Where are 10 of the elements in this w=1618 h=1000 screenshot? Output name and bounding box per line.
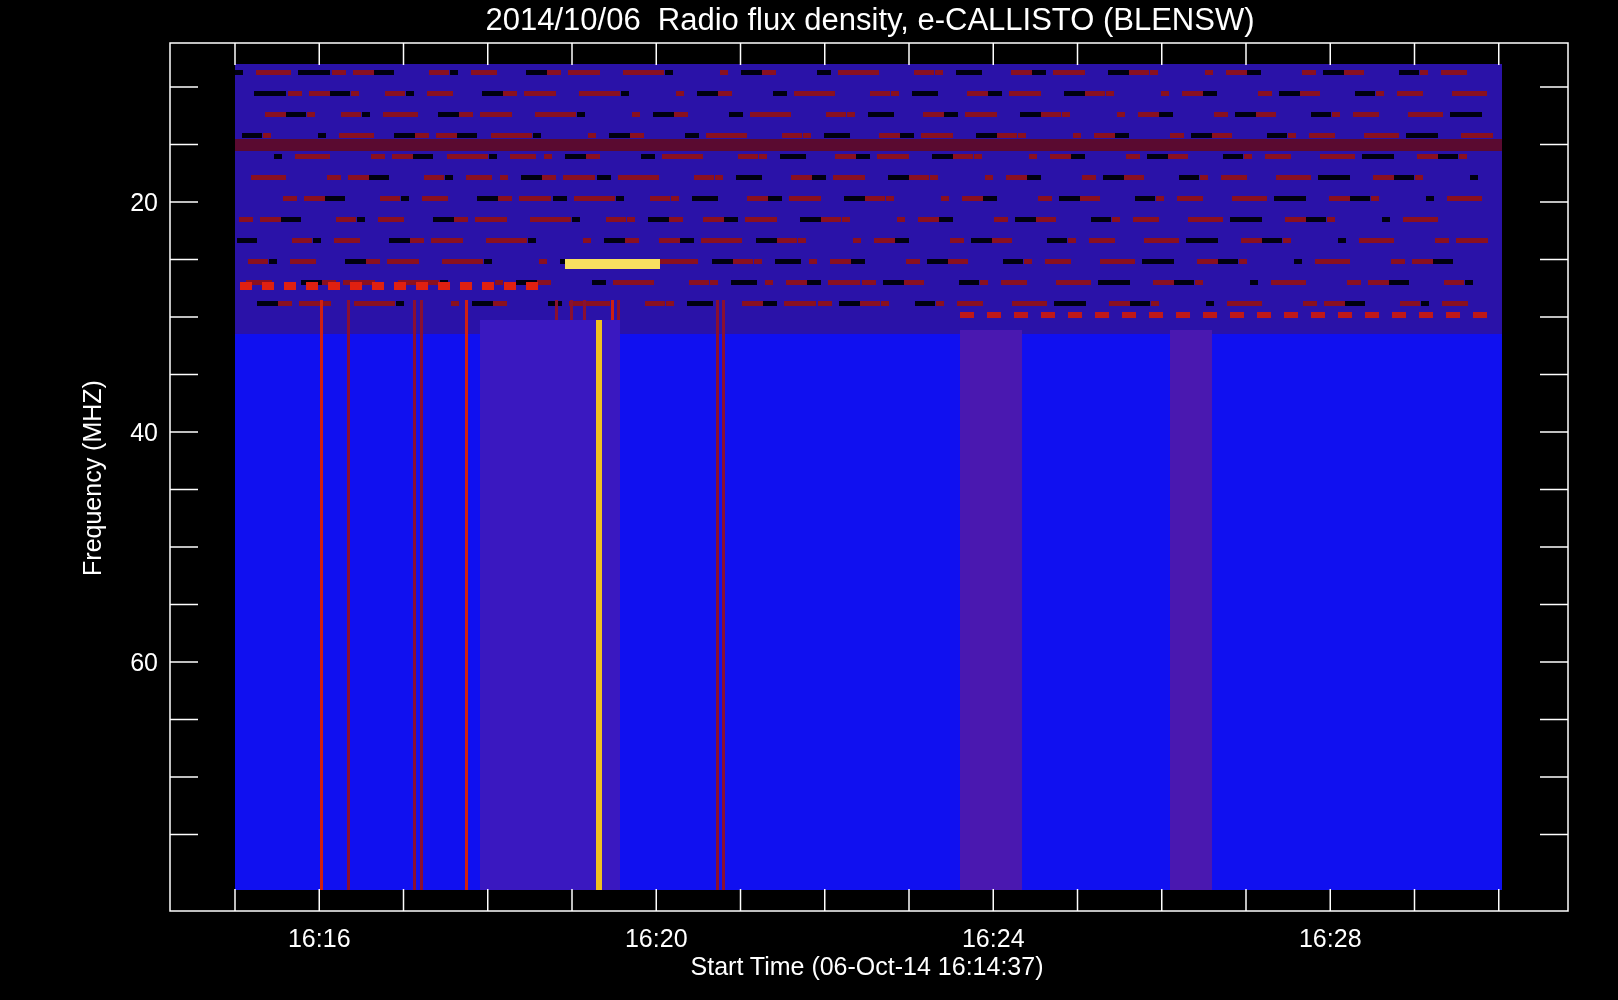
x-tick-label: 16:16 <box>287 924 351 952</box>
chart-title: 2014/10/06 Radio flux density, e-CALLISTO (BLENSW) <box>485 2 1255 37</box>
y-tick-label: 20 <box>130 188 158 216</box>
y-tick-label: 40 <box>130 418 158 446</box>
x-tick-label: 16:24 <box>961 924 1025 952</box>
y-tick-label: 60 <box>130 648 158 676</box>
x-tick-label: 16:28 <box>1298 924 1362 952</box>
x-tick-label: 16:20 <box>624 924 688 952</box>
y-axis-label: Frequency (MHZ) <box>78 380 106 576</box>
x-axis-label: Start Time (06-Oct-14 16:14:37) <box>690 952 1044 980</box>
